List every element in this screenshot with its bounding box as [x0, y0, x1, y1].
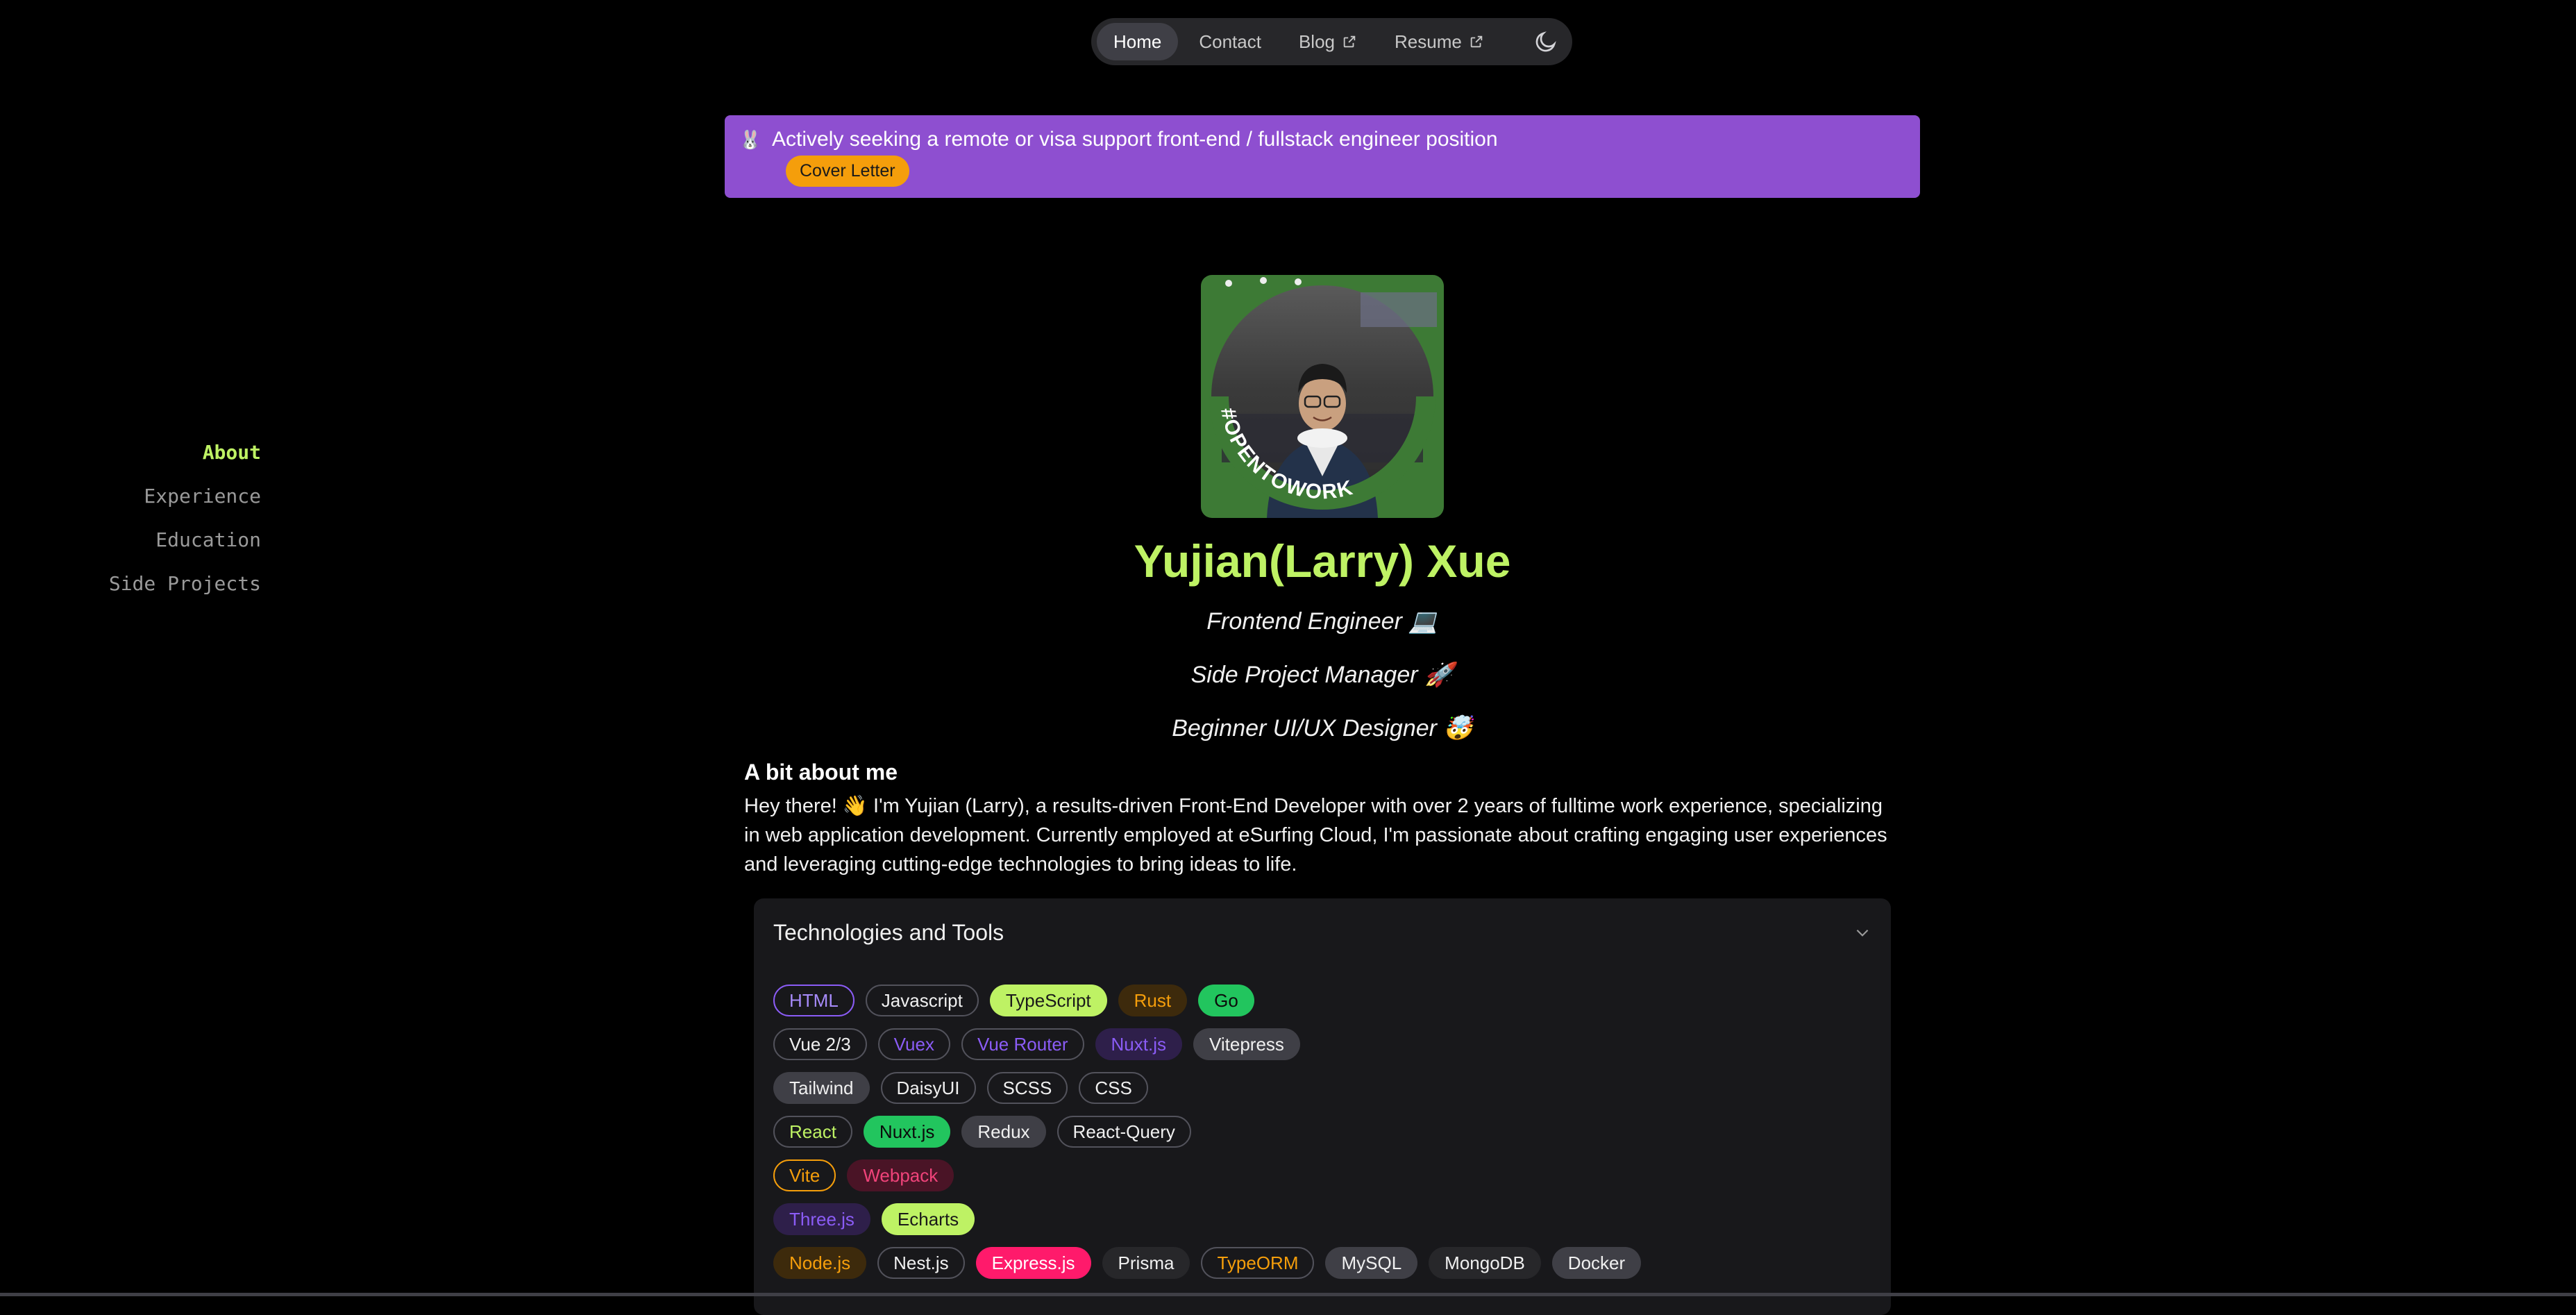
role-side-project: Side Project Manager 🚀 [1190, 662, 1454, 688]
tech-tag: HTML [773, 985, 855, 1016]
tech-tag: Prisma [1102, 1247, 1190, 1279]
role-frontend: Frontend Engineer 💻 [1206, 608, 1438, 635]
nav-contact-label: Contact [1199, 31, 1261, 52]
nav-blog-link[interactable]: Blog [1282, 23, 1374, 60]
tech-tag: DaisyUI [880, 1072, 976, 1104]
tech-tag: Tailwind [773, 1072, 870, 1104]
tech-tag: Three.js [773, 1203, 870, 1235]
external-link-icon [1470, 35, 1483, 48]
nav-resume-label: Resume [1395, 31, 1462, 52]
tech-tag: Webpack [847, 1159, 954, 1191]
tech-tag: CSS [1079, 1072, 1148, 1104]
section-nav-about[interactable]: About [69, 430, 261, 474]
tech-tag-list: HTML Javascript TypeScript Rust Go Vue 2/3 Vue… [773, 985, 1871, 1280]
nav-contact-link[interactable]: Contact [1182, 23, 1278, 60]
section-nav-education[interactable]: Education [69, 518, 261, 562]
moon-icon [1535, 31, 1556, 52]
tech-tag: Redux [961, 1116, 1046, 1148]
tech-panel-header[interactable]: Technologies and Tools [773, 919, 1871, 946]
tech-tag: Nest.js [877, 1247, 965, 1279]
tech-tag: Vue Router [961, 1028, 1084, 1060]
tech-tag: React-Query [1057, 1116, 1191, 1148]
tech-tag: TypeORM [1201, 1247, 1315, 1279]
tech-tag-row: React Nuxt.js Redux React-Query [773, 1116, 1871, 1149]
external-link-icon [1343, 35, 1356, 48]
section-nav: About Experience Education Side Projects [69, 430, 261, 605]
tech-tag: Javascript [865, 985, 979, 1016]
tech-tag: Rust [1118, 985, 1188, 1016]
avatar: #OPENTOWORK [1201, 275, 1444, 518]
tech-tag: Nuxt.js [863, 1116, 951, 1148]
tech-tag: Docker [1551, 1247, 1642, 1279]
profile-name: Yujian(Larry) Xue [1134, 535, 1511, 587]
nav-home-link[interactable]: Home [1097, 23, 1179, 60]
tech-tag: Nuxt.js [1095, 1028, 1182, 1060]
cover-letter-button[interactable]: Cover Letter [786, 156, 909, 187]
tech-tag: Express.js [975, 1247, 1091, 1279]
tech-tag-row: Vue 2/3 Vuex Vue Router Nuxt.js Vitepress [773, 1028, 1871, 1062]
horizontal-scrollbar[interactable] [0, 1293, 2576, 1296]
nav-resume-link[interactable]: Resume [1378, 23, 1501, 60]
chevron-down-icon[interactable] [1853, 923, 1871, 941]
tech-tag: Vue 2/3 [773, 1028, 867, 1060]
banner-message: Actively seeking a remote or visa suppor… [772, 128, 1498, 151]
section-nav-experience[interactable]: Experience [69, 474, 261, 518]
tech-tag: Go [1198, 985, 1254, 1016]
tech-panel-title: Technologies and Tools [773, 919, 1004, 945]
tech-tag: Node.js [773, 1247, 867, 1279]
about-heading: A bit about me [744, 760, 898, 785]
job-seeking-banner: 🐰 Actively seeking a remote or visa supp… [725, 115, 1920, 198]
tech-tag: MongoDB [1429, 1247, 1541, 1279]
tech-tag-row: HTML Javascript TypeScript Rust Go [773, 985, 1871, 1018]
nav-home-label: Home [1113, 31, 1162, 52]
tech-tag: React [773, 1116, 852, 1148]
tech-tag: Vitepress [1193, 1028, 1300, 1060]
rabbit-icon: 🐰 [739, 128, 762, 150]
tech-tag-row: Vite Webpack [773, 1159, 1871, 1193]
section-nav-side-projects[interactable]: Side Projects [69, 562, 261, 605]
tech-tag: SCSS [986, 1072, 1068, 1104]
about-paragraph: Hey there! 👋 I'm Yujian (Larry), a resul… [744, 795, 1887, 876]
tech-tag-row: Three.js Echarts [773, 1203, 1871, 1237]
top-nav: Home Contact Blog Resume [1091, 18, 1572, 65]
tech-tag-row: Tailwind DaisyUI SCSS CSS [773, 1072, 1871, 1105]
tech-tag: MySQL [1325, 1247, 1418, 1279]
tech-tag: Echarts [881, 1203, 975, 1235]
tech-panel: Technologies and Tools HTML Javascript Typ… [754, 898, 1891, 1315]
tech-tag: TypeScript [989, 985, 1107, 1016]
role-designer: Beginner UI/UX Designer 🤯 [1172, 715, 1473, 742]
tech-tag-row: Node.js Nest.js Express.js Prisma TypeORM MyS… [773, 1247, 1871, 1280]
nav-blog-label: Blog [1298, 31, 1336, 52]
theme-toggle-button[interactable] [1525, 23, 1567, 60]
tech-tag: Vite [773, 1159, 836, 1191]
tech-tag: Vuex [877, 1028, 950, 1060]
